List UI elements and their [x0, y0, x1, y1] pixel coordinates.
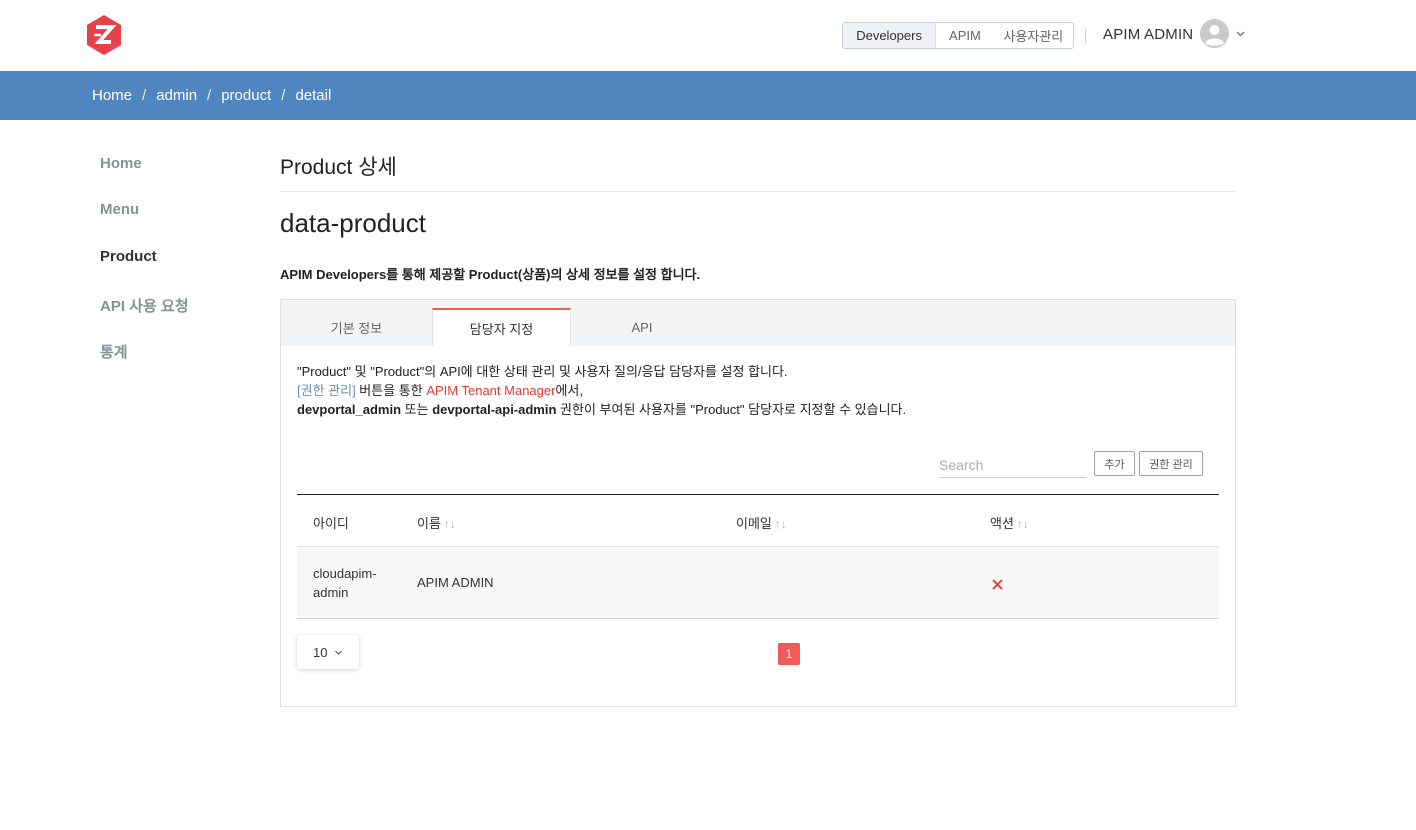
- page-size-value: 10: [313, 644, 328, 660]
- breadcrumb-detail: detail: [295, 87, 332, 104]
- cell-id-line-1: cloudapim-: [313, 566, 377, 581]
- role-devportal-api-admin: devportal-api-admin: [432, 402, 557, 417]
- table-row: cloudapim- admin APIM ADMIN: [297, 547, 1219, 619]
- column-name-label: 이름: [417, 516, 441, 531]
- product-name: data-product: [280, 208, 426, 238]
- info-or: 또는: [401, 402, 433, 417]
- divider: [280, 191, 1236, 192]
- info-line-1: "Product" 및 "Product"의 API에 대한 상태 관리 및 사…: [297, 364, 788, 379]
- product-description: APIM Developers를 통해 제공할 Product(상품)의 상세 …: [280, 267, 701, 282]
- info-text-tail: 권한이 부여된 사용자를 "Product" 담당자로 지정할 수 있습니다.: [556, 402, 907, 417]
- breadcrumb-admin[interactable]: admin: [156, 87, 197, 104]
- tab-api[interactable]: API: [571, 308, 713, 346]
- breadcrumb: Home / admin / product / detail: [0, 71, 1416, 120]
- cell-id: cloudapim- admin: [313, 564, 377, 602]
- column-email-label: 이메일: [736, 516, 772, 531]
- sort-icon[interactable]: ↑↓: [775, 517, 787, 531]
- breadcrumb-separator: /: [281, 87, 286, 104]
- column-action-label: 액션: [990, 516, 1014, 531]
- sort-icon[interactable]: ↑↓: [1017, 517, 1029, 531]
- user-name[interactable]: APIM ADMIN: [1103, 26, 1193, 43]
- info-text-mid: 버튼을 통한: [355, 383, 427, 398]
- breadcrumb-separator: /: [207, 87, 212, 104]
- search-input[interactable]: [939, 451, 1086, 478]
- sidebar-item-api-request[interactable]: API 사용 요청: [100, 295, 189, 316]
- table-header: 아이디 이름 ↑↓ 이메일 ↑↓ 액션 ↑↓: [297, 494, 1219, 547]
- header-divider: [1085, 28, 1086, 44]
- info-text-end: 에서,: [555, 383, 583, 398]
- column-email[interactable]: 이메일 ↑↓: [736, 513, 787, 532]
- column-id: 아이디: [313, 516, 349, 531]
- page-title: Product 상세: [280, 156, 397, 179]
- logo-icon[interactable]: [86, 15, 122, 55]
- top-header: Developers APIM 사용자관리 APIM ADMIN: [0, 0, 1416, 71]
- permission-management-button[interactable]: 권한 관리: [1139, 451, 1203, 476]
- chevron-down-icon: [335, 650, 343, 655]
- cell-id-line-2: admin: [313, 585, 349, 600]
- avatar-icon[interactable]: [1200, 19, 1229, 48]
- nav-developers[interactable]: Developers: [843, 23, 937, 48]
- breadcrumb-separator: /: [142, 87, 147, 104]
- sidebar-item-menu[interactable]: Menu: [100, 201, 139, 218]
- delete-icon[interactable]: [992, 579, 1003, 590]
- sort-icon[interactable]: ↑↓: [444, 517, 456, 531]
- breadcrumb-product[interactable]: product: [221, 87, 271, 104]
- column-action[interactable]: 액션 ↑↓: [990, 513, 1029, 532]
- add-button[interactable]: 추가: [1094, 451, 1135, 476]
- column-name[interactable]: 이름 ↑↓: [417, 513, 456, 532]
- page-size-select[interactable]: 10: [297, 635, 359, 669]
- cell-name: APIM ADMIN: [417, 575, 494, 590]
- tenant-manager-link[interactable]: APIM Tenant Manager: [426, 383, 555, 398]
- tab-assign-manager[interactable]: 담당자 지정: [432, 308, 571, 346]
- perm-link[interactable]: [권한 관리]: [297, 383, 356, 398]
- pagination-page-1[interactable]: 1: [778, 643, 800, 665]
- managers-table: 아이디 이름 ↑↓ 이메일 ↑↓ 액션 ↑↓ cloudapim- admin API…: [297, 494, 1219, 619]
- info-text: "Product" 및 "Product"의 API에 대한 상태 관리 및 사…: [297, 362, 906, 419]
- sidebar-item-statistics[interactable]: 통계: [100, 341, 128, 362]
- tab-basic-info[interactable]: 기본 정보: [281, 308, 432, 346]
- nav-apim[interactable]: APIM: [936, 23, 994, 48]
- detail-panel: 기본 정보 담당자 지정 API "Product" 및 "Product"의 …: [280, 299, 1236, 707]
- info-line-3: devportal_admin 또는 devportal-api-admin 권…: [297, 400, 906, 419]
- role-devportal-admin: devportal_admin: [297, 402, 402, 417]
- sidebar-item-product[interactable]: Product: [100, 248, 157, 265]
- chevron-down-icon[interactable]: [1235, 28, 1246, 39]
- nav-user-management[interactable]: 사용자관리: [994, 23, 1073, 48]
- breadcrumb-home[interactable]: Home: [92, 87, 132, 104]
- portal-switcher: Developers APIM 사용자관리: [842, 22, 1074, 49]
- sidebar-item-home[interactable]: Home: [100, 155, 142, 172]
- info-line-2: [권한 관리] 버튼을 통한 APIM Tenant Manager에서,: [297, 381, 906, 400]
- tab-bar: 기본 정보 담당자 지정 API: [281, 300, 1235, 346]
